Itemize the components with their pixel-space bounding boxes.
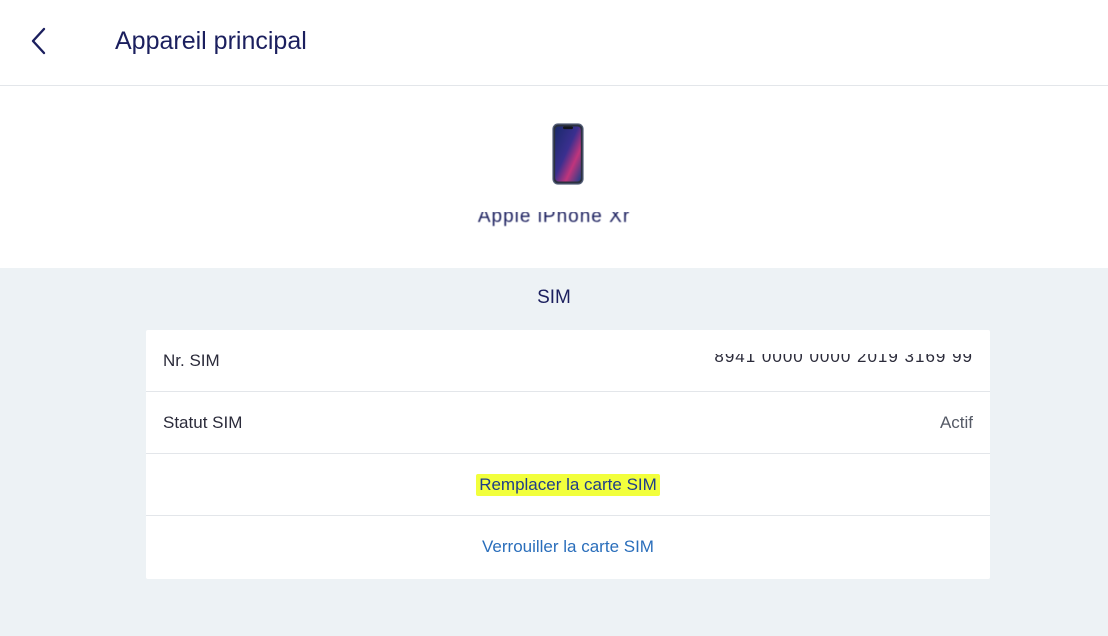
sim-card: Nr. SIM 8941 0000 0000 2019 3169 99 Stat… — [146, 330, 990, 579]
sim-number-label: Nr. SIM — [163, 350, 220, 370]
sim-status-row: Statut SIM Actif — [146, 392, 990, 454]
back-button[interactable] — [22, 24, 56, 58]
replace-sim-row[interactable]: Remplacer la carte SIM — [146, 454, 990, 516]
section-title: SIM — [537, 287, 571, 308]
lock-sim-link[interactable]: Verrouiller la carte SIM — [482, 537, 654, 557]
sim-status-value: Actif — [939, 412, 973, 432]
chevron-left-icon — [31, 27, 46, 55]
device-name: Apple iPhone Xr — [477, 212, 631, 227]
sim-number-row: Nr. SIM 8941 0000 0000 2019 3169 99 — [146, 330, 990, 392]
top-bar: Appareil principal — [0, 0, 1108, 86]
smartphone-icon — [552, 123, 584, 185]
device-summary: Apple iPhone Xr — [0, 86, 1108, 268]
page-title: Appareil principal — [115, 27, 307, 55]
lock-sim-row[interactable]: Verrouiller la carte SIM — [146, 516, 990, 578]
replace-sim-link[interactable]: Remplacer la carte SIM — [476, 473, 660, 496]
sim-status-label: Statut SIM — [163, 412, 243, 432]
sim-number-value: 8941 0000 0000 2019 3169 99 — [714, 353, 973, 366]
sim-section: SIM Nr. SIM 8941 0000 0000 2019 3169 99 … — [0, 268, 1108, 636]
